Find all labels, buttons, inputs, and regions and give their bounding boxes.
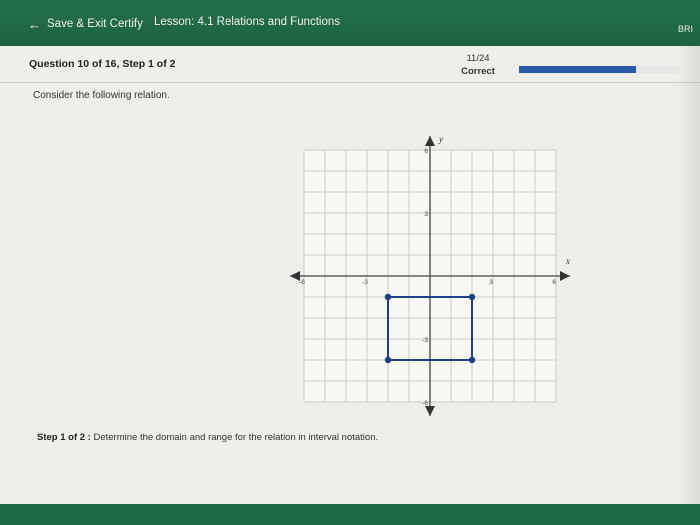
- lesson-title: Lesson: 4.1 Relations and Functions: [154, 16, 341, 28]
- y-tick-label: -6: [422, 400, 428, 407]
- question-panel: Question 10 of 16, Step 1 of 2 11/24 Cor…: [0, 46, 700, 504]
- top-bar: ← Save & Exit Certify Lesson: 4.1 Relati…: [0, 0, 700, 46]
- edge-shadow: [676, 46, 700, 504]
- y-tick-label: 3: [424, 211, 428, 218]
- progress-bar: [519, 66, 679, 73]
- cut-off-header-button[interactable]: BRI: [678, 24, 700, 40]
- save-exit-label: Save & Exit Certify: [47, 18, 143, 30]
- x-tick-label: -6: [299, 279, 305, 286]
- step-instruction: Step 1 of 2 : Determine the domain and r…: [37, 432, 378, 443]
- step-text: Determine the domain and range for the r…: [90, 432, 379, 443]
- x-tick-label: -3: [362, 279, 368, 286]
- vertex-point: [468, 293, 476, 301]
- coordinate-graph: x y -6 -3 3 6 6 3 -3 -6: [290, 134, 570, 416]
- y-tick-label: -3: [422, 337, 428, 344]
- x-tick-label: 6: [552, 279, 556, 286]
- vertex-point: [384, 293, 392, 301]
- question-label: Question 10 of 16, Step 1 of 2: [29, 58, 176, 70]
- question-header: Question 10 of 16, Step 1 of 2 11/24 Cor…: [0, 46, 700, 83]
- x-axis-label: x: [565, 256, 570, 266]
- x-axis-arrow-right-icon: [560, 271, 570, 281]
- save-exit-button[interactable]: ← Save & Exit Certify: [28, 14, 143, 34]
- y-axis-arrow-down-icon: [425, 406, 435, 416]
- progress-fill: [519, 66, 636, 73]
- x-tick-label: 3: [489, 279, 493, 286]
- score-status: Correct: [461, 66, 495, 77]
- y-axis-arrow-up-icon: [425, 136, 435, 146]
- vertex-point: [384, 356, 392, 364]
- score-value: 11/24: [466, 53, 490, 64]
- score-block: 11/24 Correct: [452, 52, 504, 78]
- vertex-point: [468, 356, 476, 364]
- y-axis-label: y: [438, 134, 443, 144]
- bottom-bar: [0, 504, 700, 525]
- step-prefix: Step 1 of 2 :: [37, 432, 91, 443]
- y-tick-label: 6: [424, 148, 428, 155]
- arrow-left-icon: ←: [28, 16, 41, 32]
- question-prompt: Consider the following relation.: [33, 90, 170, 101]
